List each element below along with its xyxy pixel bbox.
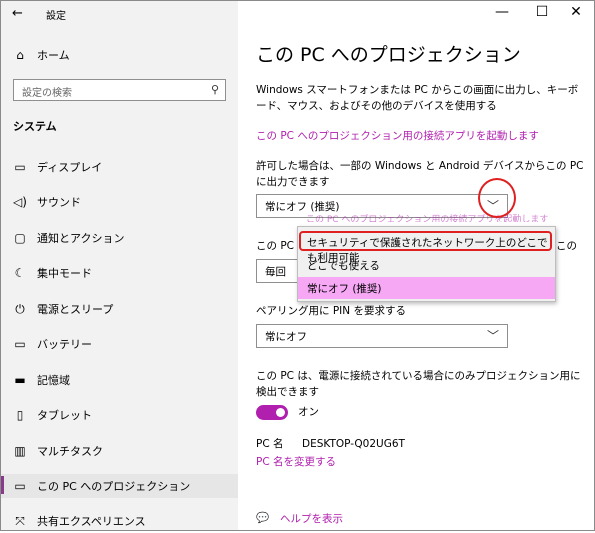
search-icon[interactable]: ⚲ (211, 83, 219, 96)
sidebar-home[interactable]: ⌂ ホーム (1, 43, 238, 67)
sidebar-item-label: サウンド (37, 196, 81, 209)
pin-dropdown[interactable]: 常にオフ ﹀ (256, 324, 508, 348)
moon-icon: ☾ (14, 266, 26, 280)
speaker-icon: ◁) (13, 195, 27, 209)
help-icon: 💬 (256, 512, 270, 524)
sidebar-item-sound[interactable]: ◁) サウンド (1, 190, 238, 214)
sidebar-item-focus[interactable]: ☾ 集中モード (1, 261, 238, 285)
tablet-icon: ▯ (16, 408, 24, 422)
option-anywhere[interactable]: どこでも使える (298, 254, 555, 276)
sidebar-item-notifications[interactable]: ▢ 通知とアクション (1, 226, 238, 250)
active-indicator (1, 476, 4, 494)
page-title: この PC へのプロジェクション (256, 44, 521, 66)
sidebar-item-label: 記憶域 (37, 374, 70, 387)
sidebar-item-label: バッテリー (37, 338, 92, 351)
launch-connect-app-link[interactable]: この PC へのプロジェクション用の接続アプリを起動します (256, 128, 586, 144)
search-input[interactable]: 設定の検索 ⚲ (13, 79, 226, 101)
ask-projection-label-end: この (556, 240, 577, 252)
sidebar-item-storage[interactable]: ▬ 記憶域 (1, 368, 238, 392)
sidebar-item-label: ディスプレイ (37, 161, 103, 174)
ask-projection-value: 毎回 (265, 266, 286, 278)
battery-icon: ▭ (14, 337, 26, 351)
power-icon: ⏻ (15, 301, 25, 316)
sidebar-item-label: 電源とスリープ (37, 303, 114, 316)
pin-value: 常にオフ (265, 331, 307, 343)
pin-label: ペアリング用に PIN を要求する (256, 305, 406, 317)
sidebar-item-tablet[interactable]: ▯ タブレット (1, 403, 238, 427)
sidebar-item-label: マルチタスク (37, 445, 103, 458)
power-toggle-label: オン (298, 406, 319, 418)
option-label: どこでも使える (307, 260, 380, 272)
help-link[interactable]: ヘルプを表示 (280, 511, 480, 527)
sidebar-item-projection[interactable]: ▭ この PC へのプロジェクション (1, 474, 238, 498)
section-title: システム (13, 120, 57, 133)
projection-icon: ▭ (14, 479, 26, 493)
sidebar-item-label: この PC へのプロジェクション (37, 480, 191, 493)
sidebar: ⌂ ホーム 設定の検索 ⚲ システム ▭ ディスプレイ ◁) サウンド ▢ 通知… (1, 1, 238, 530)
sidebar-item-label: 集中モード (37, 267, 92, 280)
sidebar-item-label: 通知とアクション (37, 232, 125, 245)
search-placeholder: 設定の検索 (22, 88, 72, 99)
description: Windows スマートフォンまたは PC からこの画面に出力し、キーボード、マ… (256, 84, 579, 112)
sidebar-item-multitasking[interactable]: ▥ マルチタスク (1, 439, 238, 463)
notification-icon: ▢ (14, 231, 26, 245)
allow-projection-label: 許可した場合は、一部の Windows と Android デバイスからこの P… (256, 160, 584, 188)
rename-pc-link[interactable]: PC 名を変更する (256, 454, 586, 470)
sidebar-item-battery[interactable]: ▭ バッテリー (1, 332, 238, 356)
ask-projection-dropdown[interactable]: 毎回 (256, 259, 300, 283)
obscured-link: この PC へのプロジェクション用の接続アプリを起動します (306, 215, 549, 222)
pc-name-label: PC 名 (256, 438, 284, 450)
window-title: 設定 (46, 11, 66, 22)
home-icon: ⌂ (16, 48, 24, 62)
power-label: この PC は、電源に接続されている場合にのみプロジェクション用に検出できます (256, 370, 581, 398)
option-always-off[interactable]: 常にオフ (推奨) (298, 277, 555, 299)
option-label: 常にオフ (推奨) (307, 283, 382, 295)
power-toggle[interactable] (256, 405, 288, 420)
storage-icon: ▬ (14, 373, 26, 387)
chevron-down-icon: ﹀ (486, 329, 499, 343)
annotation-box (299, 231, 552, 251)
share-icon: ⤧ (15, 513, 25, 528)
sidebar-item-label: 共有エクスペリエンス (37, 515, 146, 528)
pc-name-value: DESKTOP-Q02UG6T (302, 438, 405, 450)
sidebar-item-power[interactable]: ⏻ 電源とスリープ (1, 297, 238, 321)
sidebar-item-display[interactable]: ▭ ディスプレイ (1, 155, 238, 179)
multitask-icon: ▥ (14, 444, 26, 458)
sidebar-home-label: ホーム (37, 49, 70, 62)
toggle-knob (276, 408, 285, 417)
sidebar-item-label: タブレット (37, 409, 92, 422)
display-icon: ▭ (14, 160, 26, 174)
annotation-circle (478, 178, 516, 218)
back-arrow-icon[interactable]: ← (12, 6, 23, 21)
sidebar-item-shared-experiences[interactable]: ⤧ 共有エクスペリエンス (1, 509, 238, 533)
